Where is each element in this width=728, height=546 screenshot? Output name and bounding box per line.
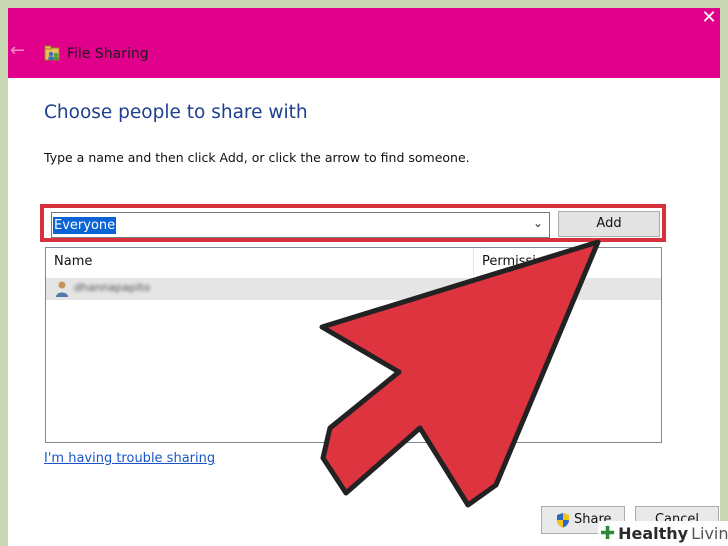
add-button[interactable]: Add <box>558 211 660 237</box>
close-icon[interactable]: ✕ <box>698 8 720 30</box>
user-icon <box>56 281 68 297</box>
watermark-bold-text: Healthy <box>618 524 689 543</box>
chevron-down-icon[interactable]: ⌄ <box>533 216 543 230</box>
column-header-permission[interactable]: Permissi <box>482 248 536 276</box>
title-bar: ← File Sharing ✕ <box>8 8 720 78</box>
trouble-sharing-link[interactable]: I'm having trouble sharing <box>44 451 215 466</box>
shield-icon <box>557 513 569 528</box>
column-header-name[interactable]: Name <box>54 248 92 276</box>
plus-icon: ✚ <box>600 523 616 544</box>
instructions-text: Type a name and then click Add, or click… <box>44 150 470 165</box>
name-input-value[interactable]: Everyone <box>53 217 117 234</box>
watermark-light-text: Living <box>691 524 728 543</box>
name-combobox[interactable]: Everyone ⌄ <box>51 212 550 238</box>
user-name: dhannapapito <box>74 281 151 294</box>
file-sharing-dialog: ← File Sharing ✕ Choose people to share … <box>8 8 720 546</box>
window-title: File Sharing <box>67 46 149 62</box>
column-divider <box>473 248 474 276</box>
page-heading: Choose people to share with <box>44 102 308 123</box>
watermark: ✚ Healthy Living <box>598 521 728 546</box>
table-row[interactable]: dhannapapito <box>46 278 661 300</box>
file-sharing-app-icon <box>44 45 60 61</box>
back-arrow-icon[interactable]: ← <box>10 42 25 60</box>
people-table: Name Permissi dhannapapito <box>45 247 662 443</box>
